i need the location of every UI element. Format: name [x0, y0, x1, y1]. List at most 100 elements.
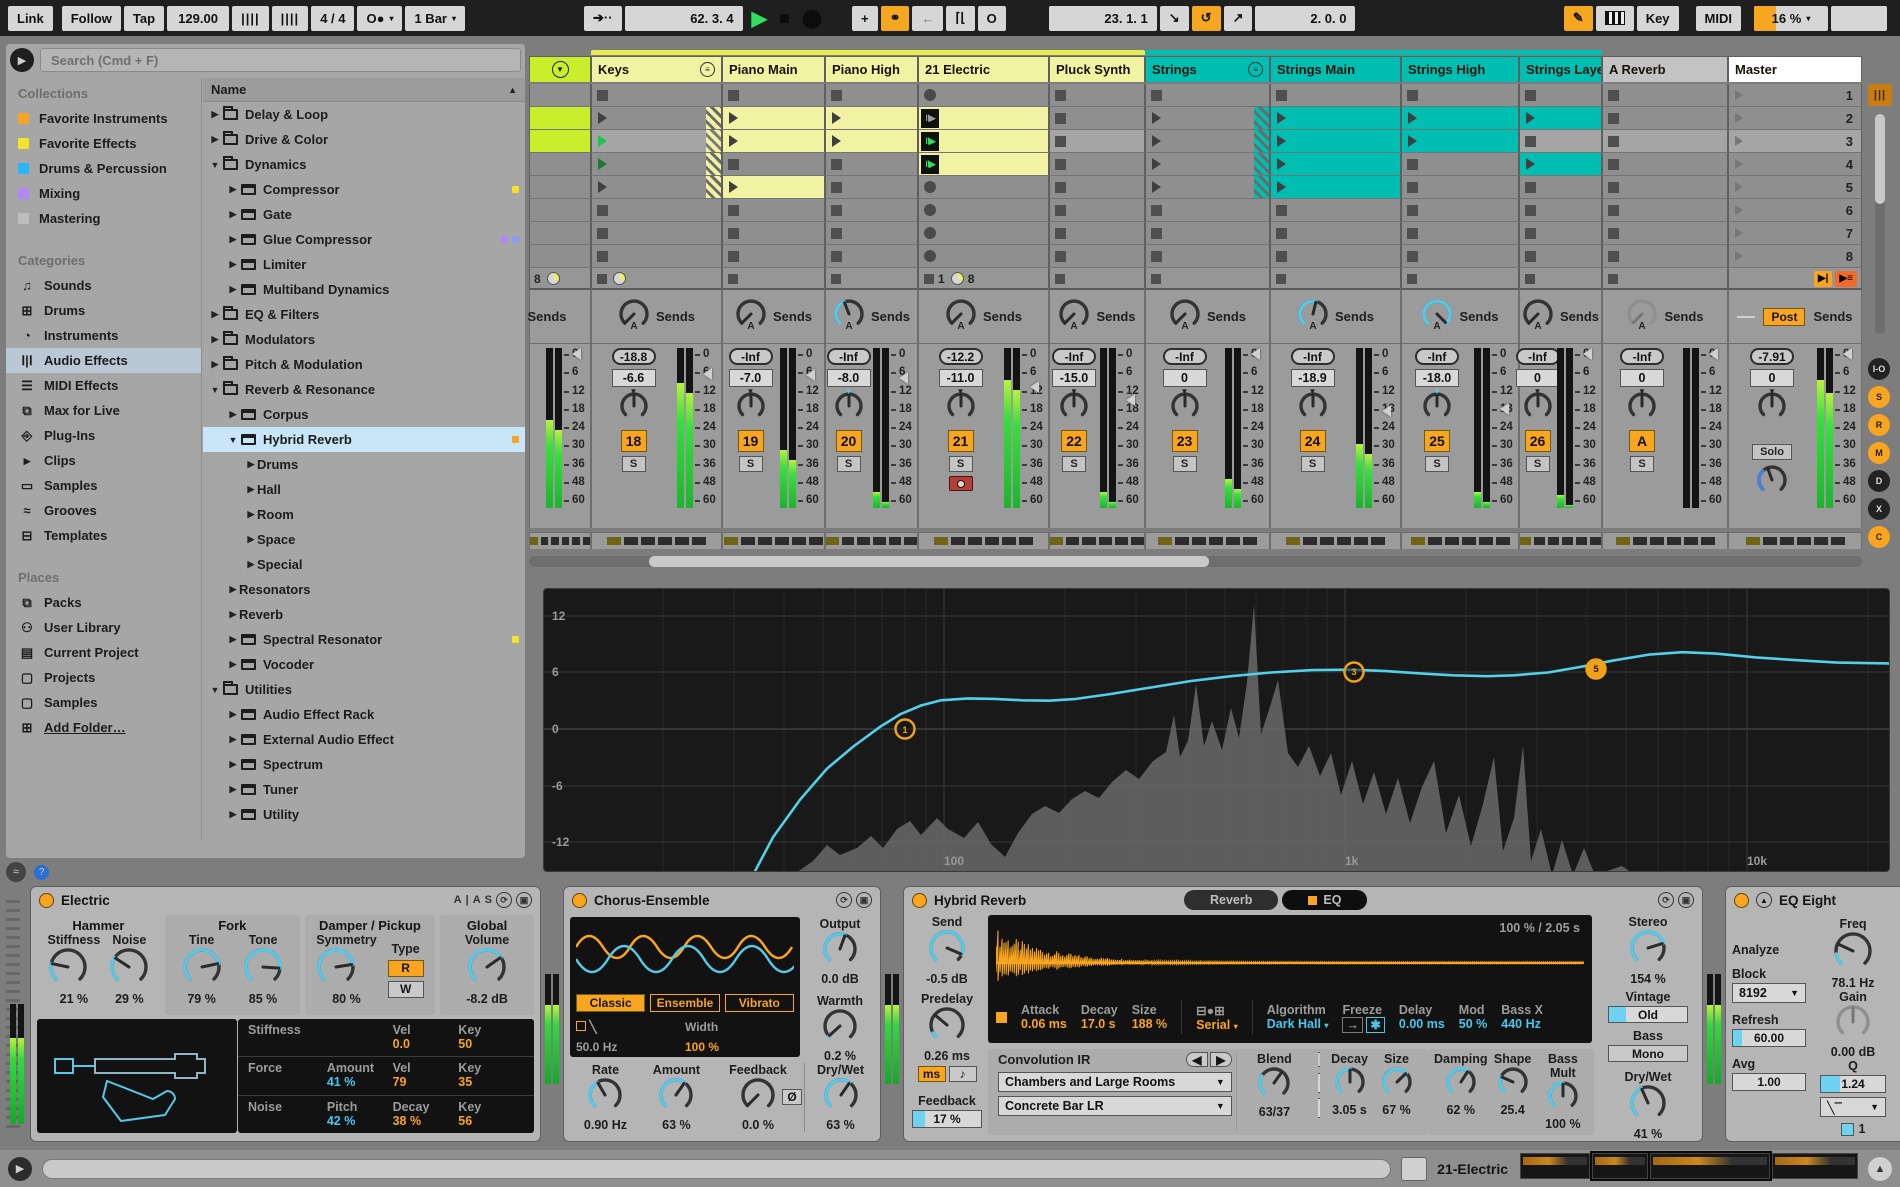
peak-level-field[interactable]: -12.2: [938, 348, 983, 365]
bass-crossover-value[interactable]: 440 Hz: [1501, 1017, 1541, 1031]
clip-slot[interactable]: [591, 130, 722, 153]
clip-stop-button[interactable]: [831, 250, 842, 262]
punch-position-field[interactable]: 23. 1. 1: [1048, 5, 1157, 31]
peak-level-field[interactable]: -Inf: [1620, 348, 1664, 365]
sidebar-item-drums[interactable]: ⊞ Drums: [6, 298, 201, 323]
clip-slot[interactable]: [1519, 84, 1602, 107]
track-header-Strings High[interactable]: Strings High: [1401, 56, 1519, 82]
clip-stop-button[interactable]: [597, 89, 608, 101]
tree-item-space[interactable]: ▶ Space: [203, 527, 525, 552]
volume-field[interactable]: -6.6: [611, 369, 656, 387]
clip-slot[interactable]: [1145, 199, 1270, 222]
follow-arrangement-icon[interactable]: ➔··: [584, 5, 622, 31]
clip-slot[interactable]: [529, 107, 591, 130]
expand-arrow-icon[interactable]: ▶: [209, 309, 221, 320]
clip-stop-button[interactable]: [1608, 89, 1619, 101]
sidebar-item-add-folder-[interactable]: ⊞ Add Folder…: [6, 715, 201, 740]
expand-arrow-icon[interactable]: ▶: [227, 709, 239, 720]
expand-arrow-icon[interactable]: ▶: [245, 534, 257, 545]
clip-slot[interactable]: [591, 245, 722, 268]
volume-field[interactable]: 0: [1515, 369, 1560, 387]
clip-slot[interactable]: [1602, 199, 1728, 222]
decay-value[interactable]: 17.0 s: [1081, 1017, 1116, 1031]
tree-item-gate[interactable]: ▶ Gate: [203, 202, 525, 227]
size-value[interactable]: 188 %: [1132, 1017, 1167, 1031]
tree-item-special[interactable]: ▶ Special: [203, 552, 525, 577]
pan-knob[interactable]: [619, 392, 649, 425]
clip-slot[interactable]: [722, 245, 825, 268]
sidebar-item-mixing[interactable]: Mixing: [6, 181, 201, 206]
expand-arrow-icon[interactable]: ▶: [209, 134, 221, 145]
clip-slot[interactable]: [825, 107, 918, 130]
expand-arrow-icon[interactable]: ▶: [227, 659, 239, 670]
group-clip-play-icon[interactable]: [1152, 158, 1161, 170]
sidebar-item-grooves[interactable]: ≈ Grooves: [6, 498, 201, 523]
tree-item-spectrum[interactable]: ▶ Spectrum: [203, 752, 525, 777]
crossfade-assign[interactable]: [722, 532, 825, 549]
refresh-slider[interactable]: 60.00: [1732, 1029, 1806, 1047]
late-size-knob[interactable]: [1381, 1067, 1413, 1102]
scene-slot-7[interactable]: 7: [1728, 222, 1862, 245]
crossfade-assign[interactable]: [1049, 532, 1145, 549]
hot-swap-icon[interactable]: ⟳: [496, 892, 512, 908]
sidebar-item-favorite-instruments[interactable]: Favorite Instruments: [6, 106, 201, 131]
track-number-button[interactable]: 24: [1299, 430, 1326, 452]
clip-slot[interactable]: [591, 222, 722, 245]
tree-item-tuner[interactable]: ▶ Tuner: [203, 777, 525, 802]
bank-a-icon[interactable]: A: [454, 894, 462, 906]
track-number-button[interactable]: 22: [1061, 430, 1087, 452]
clip-stop-button[interactable]: [1525, 89, 1536, 101]
preview-toggle-icon[interactable]: ≈: [6, 862, 26, 882]
sidebar-item-clips[interactable]: ▸ Clips: [6, 448, 201, 473]
clip-follow-action-icon[interactable]: ‖▶: [921, 131, 939, 151]
clip-stop-button[interactable]: [728, 227, 739, 239]
track-header-A Reverb[interactable]: A Reverb: [1602, 56, 1728, 82]
clip-stop-button[interactable]: [1525, 135, 1536, 147]
clip-slot[interactable]: [1602, 222, 1728, 245]
midi-map-button[interactable]: MIDI: [1695, 5, 1741, 31]
clip-slot[interactable]: [1049, 107, 1145, 130]
tree-item-external-audio-effect[interactable]: ▶ External Audio Effect: [203, 727, 525, 752]
pickup-type-r-button[interactable]: R: [387, 959, 424, 977]
ir-active-icon[interactable]: [996, 1011, 1007, 1023]
clip-slot[interactable]: [1270, 176, 1401, 199]
volume-position-arrow[interactable]: [1500, 403, 1509, 415]
pan-knob[interactable]: [1170, 392, 1200, 425]
band1-gain-knob[interactable]: [1835, 1004, 1871, 1045]
clip-stop-button[interactable]: [1608, 112, 1619, 124]
clip-slot[interactable]: [918, 199, 1049, 222]
clip-slot[interactable]: [1401, 107, 1519, 130]
clip-stop-button[interactable]: [1608, 204, 1619, 216]
track-header-Piano Main[interactable]: Piano Main: [722, 56, 825, 82]
volume-position-arrow[interactable]: [572, 348, 581, 360]
punch-in-button[interactable]: ↘: [1159, 5, 1189, 31]
group-clip-play-icon[interactable]: [598, 112, 607, 124]
device-hybrid-titlebar[interactable]: Hybrid Reverb Reverb EQ ⟳ ▣: [904, 887, 1702, 913]
sidebar-item-plug-ins[interactable]: ⎆ Plug-Ins: [6, 423, 201, 448]
clip-slot[interactable]: [1519, 107, 1602, 130]
sidebar-item-favorite-effects[interactable]: Favorite Effects: [6, 131, 201, 156]
clip-play-icon[interactable]: [1526, 112, 1535, 124]
clip-stop-button[interactable]: [1151, 227, 1162, 239]
clip-slot[interactable]: [1049, 130, 1145, 153]
clip-stop-button[interactable]: [1407, 250, 1418, 262]
scene-slot-8[interactable]: 8: [1728, 245, 1862, 268]
feedback-knob[interactable]: [740, 1077, 776, 1118]
clip-slot[interactable]: [591, 107, 722, 130]
expand-arrow-icon[interactable]: ▶: [245, 484, 257, 495]
tree-item-pitch-modulation[interactable]: ▶ Pitch & Modulation: [203, 352, 525, 377]
mixer-show-toggle[interactable]: |||: [1868, 84, 1892, 106]
clip-play-icon[interactable]: [729, 135, 738, 147]
cpu-meter[interactable]: 16 % ▾: [1754, 5, 1828, 31]
symmetry-knob[interactable]: [316, 947, 356, 992]
scene-slot-2[interactable]: 2: [1728, 107, 1862, 130]
sidebar-item-projects[interactable]: ▢ Projects: [6, 665, 201, 690]
damping-knob[interactable]: [1445, 1067, 1477, 1102]
volume-field[interactable]: -8.0: [826, 369, 871, 387]
bass-mult-knob[interactable]: [1547, 1081, 1579, 1116]
band1-freq-knob[interactable]: [1833, 931, 1873, 976]
cue-volume-knob[interactable]: [1756, 464, 1788, 501]
clip-stop-button[interactable]: [831, 204, 842, 216]
clip-stop-button[interactable]: [1525, 181, 1536, 193]
capture-midi-button[interactable]: ⌈⌊: [946, 5, 975, 31]
